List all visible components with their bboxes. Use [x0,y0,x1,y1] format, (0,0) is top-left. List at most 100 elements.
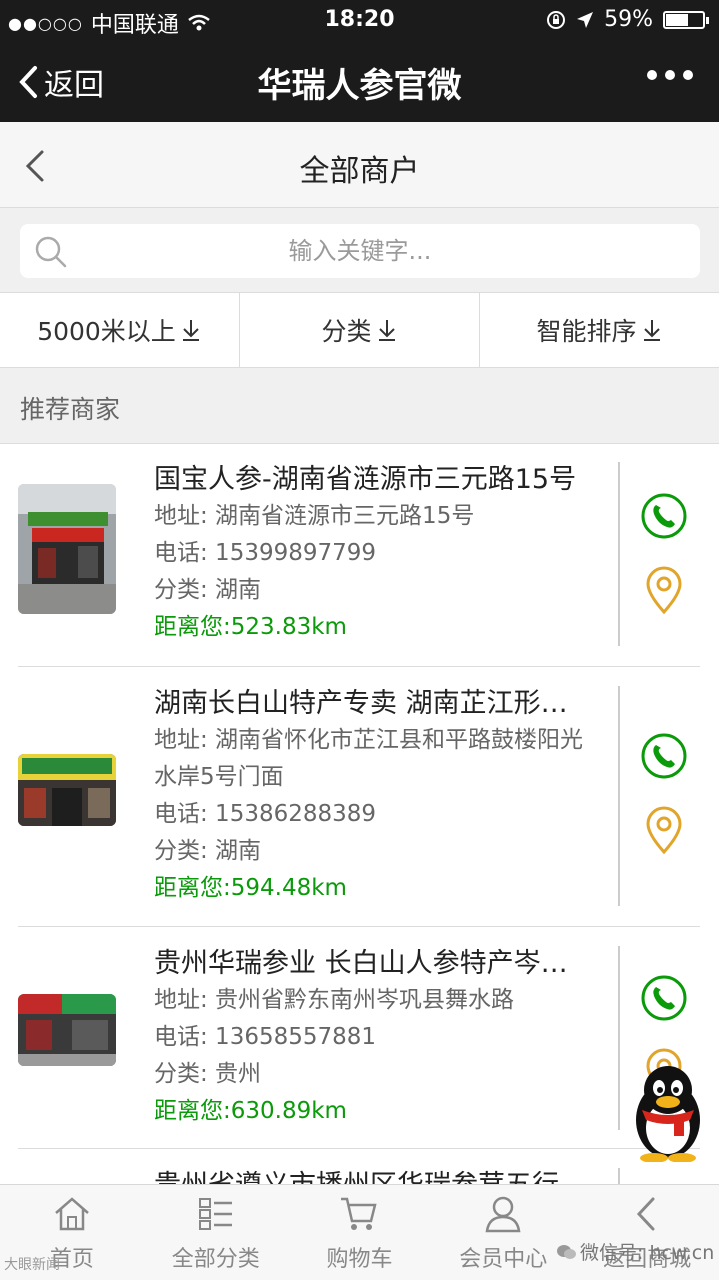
merchant-item[interactable]: 贵州省遵义市播州区华瑞参茸五行 [0,1150,719,1184]
sub-header-title: 全部商户 [299,154,420,189]
sub-header: 全部商户 [0,122,719,208]
merchant-category: 分类: 湖南 [154,838,262,864]
section-title: 推荐商家 [20,395,121,424]
phone-icon [641,493,687,539]
tab-label: 全部分类 [171,1247,260,1272]
storefront-image [18,994,116,1066]
tab-back-to-mall[interactable]: 返回商城 [575,1185,719,1280]
bottom-tab-bar: 首页 全部分类 购物车 会员中心 返回商城 [0,1184,719,1280]
merchant-distance: 距离您:594.48km [154,875,347,901]
location-arrow-icon [577,11,594,28]
tab-categories[interactable]: 全部分类 [144,1185,288,1280]
search-icon [35,236,67,268]
location-button[interactable] [644,566,684,618]
tab-member[interactable]: 会员中心 [431,1185,575,1280]
status-right: 59% [546,7,709,32]
back-icon [637,1197,655,1231]
tab-label: 会员中心 [459,1247,548,1272]
merchant-info: 贵州华瑞参业 长白山人参特产岑… 地址: 贵州省黔东南州岑巩县舞水路 电话: 1… [154,946,616,1130]
storefront-image [18,484,116,614]
filter-label: 5000米以上 [37,317,176,346]
storefront-image [18,754,116,826]
more-button[interactable] [647,70,693,80]
merchant-address-cont: 水岸5号门面 [154,764,284,790]
cart-icon [341,1197,378,1230]
merchant-photo [18,754,116,826]
battery-percent: 59% [604,7,653,32]
row-separator [18,1148,700,1149]
merchant-distance: 距离您:523.83km [154,614,347,640]
phone-icon [641,975,687,1021]
wifi-icon [188,14,210,31]
merchant-phone: 电话: 15386288389 [154,801,377,827]
merchant-info: 湖南长白山特产专卖 湖南芷江形… 地址: 湖南省怀化市芷江县和平路鼓楼阳光 水岸… [154,686,616,907]
merchant-photo [18,994,116,1066]
nav-bar: 返回 华瑞人参官微 [0,40,719,122]
merchant-category: 分类: 贵州 [154,1061,262,1087]
more-dot [665,70,675,80]
tab-cart[interactable]: 购物车 [288,1185,432,1280]
search-input[interactable] [20,224,700,278]
more-dot [683,70,693,80]
merchant-phone: 电话: 15399897799 [154,540,377,566]
arrow-down-icon [182,320,199,341]
search-bar [0,208,719,292]
merchant-photo [18,484,116,614]
section-header: 推荐商家 [0,368,719,444]
merchant-distance: 距离您:630.89km [154,1098,347,1124]
merchant-info: 贵州省遵义市播州区华瑞参茸五行 [154,1168,616,1184]
watermark-text: 微信号: hcw.cn [580,1242,715,1264]
call-button[interactable] [640,974,688,1026]
filter-distance[interactable]: 5000米以上 [0,293,240,367]
tab-label: 购物车 [326,1247,393,1272]
filter-label: 分类 [321,317,372,346]
phone-icon [641,733,687,779]
divider [618,686,620,906]
merchant-item[interactable]: 贵州华瑞参业 长白山人参特产岑… 地址: 贵州省黔东南州岑巩县舞水路 电话: 1… [0,928,719,1150]
signal-strength: ●●○○○ [8,13,83,33]
merchant-item[interactable]: 湖南长白山特产专卖 湖南芷江形… 地址: 湖南省怀化市芷江县和平路鼓楼阳光 水岸… [0,668,719,928]
merchant-item[interactable]: 国宝人参-湖南省涟源市三元路15号 地址: 湖南省涟源市三元路15号 电话: 1… [0,444,719,668]
penguin-icon [636,1066,700,1163]
status-left: ●●○○○ 中国联通 [8,7,211,39]
page-title: 华瑞人参官微 [257,66,462,106]
back-label: 返回 [44,68,104,103]
merchant-address: 地址: 贵州省黔东南州岑巩县舞水路 [154,987,515,1013]
filter-category[interactable]: 分类 [240,293,480,367]
watermark-left: 大眼新闻 [4,1254,60,1274]
row-separator [18,926,700,927]
call-button[interactable] [640,732,688,784]
divider [618,462,620,646]
merchant-name: 贵州华瑞参业 长白山人参特产岑… [154,948,568,979]
watermark-text: 大眼新闻 [4,1257,60,1273]
map-pin-icon [646,806,682,855]
merchant-list: 国宝人参-湖南省涟源市三元路15号 地址: 湖南省涟源市三元路15号 电话: 1… [0,444,719,1184]
sub-back-button[interactable] [22,148,48,188]
merchant-address: 地址: 湖南省涟源市三元路15号 [154,503,475,529]
home-icon [55,1197,89,1231]
divider [618,1168,620,1184]
battery-icon [663,10,709,29]
call-button[interactable] [640,492,688,544]
arrow-down-icon [643,320,660,341]
location-button[interactable] [644,806,684,858]
chevron-left-icon [25,150,44,182]
carrier-name: 中国联通 [90,13,179,38]
more-dot [647,70,657,80]
merchant-name: 湖南长白山特产专卖 湖南芷江形… [154,688,568,719]
search-box [20,224,700,278]
merchant-info: 国宝人参-湖南省涟源市三元路15号 地址: 湖南省涟源市三元路15号 电话: 1… [154,462,616,646]
filter-sort[interactable]: 智能排序 [480,293,719,367]
back-button[interactable]: 返回 [18,60,104,104]
map-pin-icon [646,566,682,615]
qq-service-button[interactable] [628,1062,708,1166]
merchant-category: 分类: 湖南 [154,577,262,603]
merchant-name: 国宝人参-湖南省涟源市三元路15号 [154,464,577,495]
merchant-name: 贵州省遵义市播州区华瑞参茸五行 [154,1168,616,1184]
watermark-right: 微信号: hcw.cn [556,1238,714,1265]
user-icon [485,1196,521,1233]
filter-label: 智能排序 [536,317,637,346]
arrow-down-icon [378,320,395,341]
row-separator [18,666,700,667]
merchant-address: 地址: 湖南省怀化市芷江县和平路鼓楼阳光 [154,727,584,753]
